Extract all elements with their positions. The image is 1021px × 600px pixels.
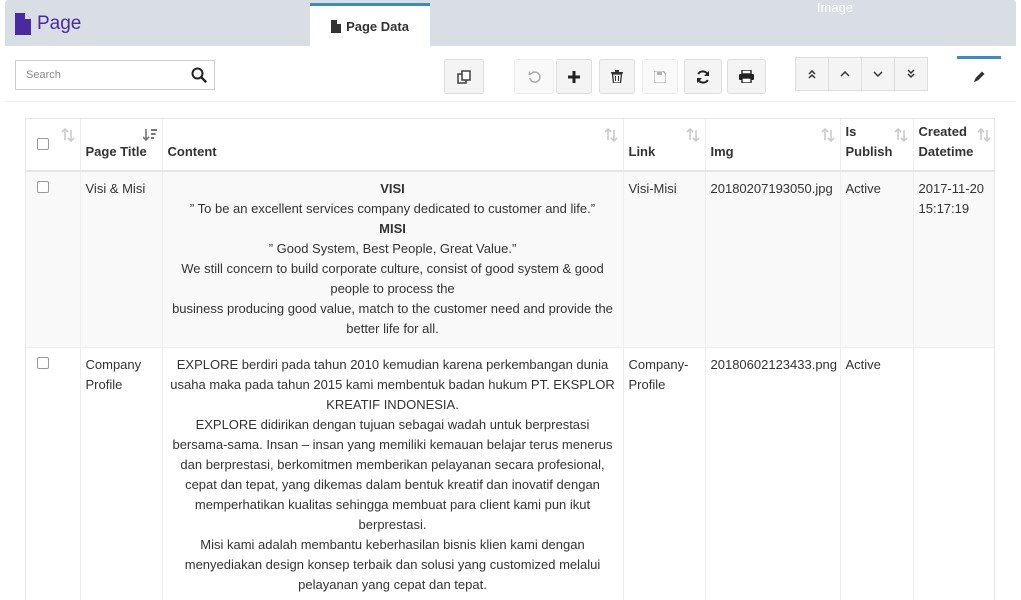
search-box <box>15 60 215 90</box>
sort-desc-icon[interactable] <box>141 128 157 148</box>
table-row[interactable]: Company Profile EXPLORE berdiri pada tah… <box>26 347 994 600</box>
content-paragraph: EXPLORE didirikan dengan tujuan sebagai … <box>172 417 613 532</box>
column-header-label: Img <box>710 144 734 159</box>
top-bar: Page Page Data Image <box>0 0 1021 46</box>
toolbar <box>5 46 1016 102</box>
search-icon[interactable] <box>191 67 207 83</box>
chevron-down-icon <box>873 71 883 78</box>
column-header-label: Is Publish <box>845 124 893 159</box>
row-checkbox[interactable] <box>37 181 49 193</box>
cell-created-datetime: 2017-11-20 15:17:19 <box>913 171 994 348</box>
pencil-icon <box>973 71 984 82</box>
undo-button[interactable] <box>514 59 554 94</box>
cell-img: 20180207193050.jpg <box>705 171 841 348</box>
add-button[interactable] <box>556 59 592 94</box>
move-up-button[interactable] <box>828 57 862 91</box>
sort-icon[interactable] <box>977 127 991 148</box>
content-heading: VISI <box>380 181 405 196</box>
column-header-link[interactable]: Link <box>623 119 706 172</box>
delete-button[interactable] <box>599 59 635 94</box>
cell-page-title: Visi & Misi <box>80 171 163 348</box>
row-select-cell <box>26 347 81 600</box>
data-table: Page Title Content Link Img Is Publish C… <box>26 119 994 600</box>
column-header-page-title[interactable]: Page Title <box>80 119 163 172</box>
undo-icon <box>528 71 541 83</box>
content-paragraph: business producing good value, match to … <box>172 301 613 336</box>
column-header-label: Link <box>628 144 656 159</box>
cell-created-datetime <box>913 347 994 600</box>
content-heading: MISI <box>379 221 406 236</box>
sort-icon[interactable] <box>60 127 75 148</box>
file-icon <box>14 13 31 35</box>
save-button[interactable] <box>642 59 678 94</box>
page-title-text: Page <box>37 13 82 34</box>
content-paragraph: ” Good System, Best People, Great Value.… <box>268 241 517 256</box>
tab-page-data-label: Page Data <box>346 18 409 34</box>
content-paragraph: EXPLORE berdiri pada tahun 2010 kemudian… <box>170 357 615 412</box>
table-row[interactable]: Visi & Misi VISI ” To be an excellent se… <box>26 171 994 348</box>
copy-icon <box>457 69 471 84</box>
print-button[interactable] <box>727 59 766 94</box>
select-all-checkbox[interactable] <box>37 138 49 150</box>
cell-is-publish: Active <box>840 347 914 600</box>
search-input[interactable] <box>16 61 186 89</box>
sort-icon[interactable] <box>685 127 700 148</box>
move-last-button[interactable] <box>894 57 928 91</box>
select-all-header <box>26 119 81 172</box>
refresh-icon <box>697 69 709 84</box>
double-chevron-up-icon <box>808 69 816 79</box>
cell-img: 20180602123433.png <box>705 347 841 600</box>
save-icon <box>654 70 666 83</box>
content-paragraph: ” To be an excellent services company de… <box>189 201 596 216</box>
double-chevron-down-icon <box>907 69 915 79</box>
copy-button[interactable] <box>444 59 484 94</box>
sort-icon[interactable] <box>893 127 908 148</box>
sort-icon[interactable] <box>603 127 618 148</box>
cell-page-title: Company Profile <box>80 347 163 600</box>
column-header-label: Created Datetime <box>918 124 974 159</box>
edit-tab[interactable] <box>957 56 1001 94</box>
cell-is-publish: Active <box>840 171 914 348</box>
chevron-up-icon <box>840 70 850 77</box>
move-down-button[interactable] <box>861 57 895 91</box>
file-icon <box>331 19 342 33</box>
content-paragraph: We still concern to build corporate cult… <box>181 261 604 296</box>
tab-image[interactable]: Image <box>805 0 865 16</box>
column-header-created-datetime[interactable]: Created Datetime <box>913 119 994 172</box>
column-header-is-publish[interactable]: Is Publish <box>840 119 914 172</box>
column-header-img[interactable]: Img <box>705 119 841 172</box>
print-icon <box>739 70 754 83</box>
row-checkbox[interactable] <box>37 357 49 369</box>
column-header-content[interactable]: Content <box>162 119 624 172</box>
cell-link: Company-Profile <box>623 347 706 600</box>
page-title: Page <box>14 11 81 37</box>
column-header-label: Page Title <box>85 144 147 159</box>
data-grid: Page Title Content Link Img Is Publish C… <box>25 118 995 600</box>
trash-icon <box>611 70 623 83</box>
tab-page-data[interactable]: Page Data <box>310 3 430 46</box>
row-select-cell <box>26 171 81 348</box>
table-header-row: Page Title Content Link Img Is Publish C… <box>26 119 994 172</box>
cell-link: Visi-Misi <box>623 171 706 348</box>
cell-content: EXPLORE berdiri pada tahun 2010 kemudian… <box>162 347 624 600</box>
move-first-button[interactable] <box>795 57 829 91</box>
plus-icon <box>568 70 580 83</box>
sort-icon[interactable] <box>820 127 835 148</box>
column-header-label: Content <box>167 144 217 159</box>
cell-content: VISI ” To be an excellent services compa… <box>162 171 624 348</box>
refresh-button[interactable] <box>684 59 722 94</box>
content-paragraph: Misi kami adalah membantu keberhasilan b… <box>184 537 601 592</box>
